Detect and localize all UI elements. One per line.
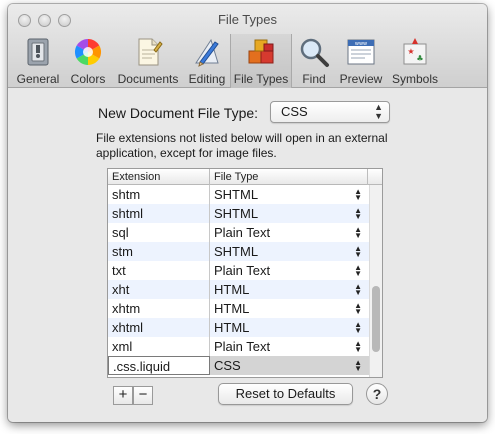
tab-find-label: Find — [302, 72, 326, 86]
new-document-type-select[interactable]: CSS ▲ ▼ — [270, 101, 390, 123]
svg-text:♣: ♣ — [416, 54, 423, 63]
preferences-window: File Types General Colors Documents Edit… — [8, 4, 487, 422]
file-type-select[interactable]: Plain Text ▲ ▼ — [210, 337, 370, 356]
file-type-value: SHTML — [214, 206, 259, 221]
file-type-value: Plain Text — [214, 339, 271, 354]
popup-arrows-icon: ▲ ▼ — [354, 225, 362, 240]
tab-general[interactable]: General — [12, 34, 64, 88]
popup-arrows-icon: ▲ ▼ — [374, 102, 383, 121]
table-row[interactable]: xht HTML ▲ ▼ — [108, 280, 370, 299]
tab-documents[interactable]: Documents — [112, 34, 184, 88]
extension-cell[interactable]: xhtml — [108, 318, 210, 337]
popup-arrows-icon: ▲ ▼ — [354, 282, 362, 297]
window-title: File Types — [217, 12, 277, 27]
extension-cell[interactable]: shtml — [108, 204, 210, 223]
file-type-select[interactable]: SHTML ▲ ▼ — [210, 204, 370, 223]
popup-arrows-icon: ▲ ▼ — [354, 358, 362, 373]
file-type-value: Plain Text — [214, 263, 271, 278]
tab-colors[interactable]: Colors — [66, 34, 110, 88]
table-row[interactable]: stm SHTML ▲ ▼ — [108, 242, 370, 261]
colored-blocks-icon — [248, 39, 274, 64]
svg-text:www: www — [355, 41, 367, 47]
file-type-value: HTML — [214, 282, 250, 297]
file-type-select[interactable]: Plain Text ▲ ▼ — [210, 223, 370, 242]
reset-to-defaults-button[interactable]: Reset to Defaults — [218, 383, 353, 405]
tab-editing-label: Editing — [188, 72, 226, 86]
table-header: Extension File Type — [108, 169, 382, 185]
popup-arrows-icon: ▲ ▼ — [354, 320, 362, 335]
table-body: shtm SHTML ▲ ▼ shtml SHTML ▲ ▼ sql Plain Text ▲ ▼ st… — [108, 185, 370, 375]
tab-colors-label: Colors — [70, 72, 106, 86]
extension-edit-field[interactable]: .css.liquid — [108, 356, 210, 375]
extension-cell[interactable]: txt — [108, 261, 210, 280]
extension-cell[interactable]: stm — [108, 242, 210, 261]
extension-cell[interactable]: sql — [108, 223, 210, 242]
file-type-select[interactable]: HTML ▲ ▼ — [210, 299, 370, 318]
popup-arrows-icon: ▲ ▼ — [354, 301, 362, 316]
column-header-file-type[interactable]: File Type — [210, 169, 368, 185]
table-row[interactable]: .css.liquid CSS ▲ ▼ — [108, 356, 370, 375]
file-type-select[interactable]: CSS ▲ ▼ — [210, 356, 370, 375]
popup-arrows-icon: ▲ ▼ — [354, 187, 362, 202]
add-extension-button[interactable]: + — [113, 386, 133, 405]
symbols-icon: ★ ♣ — [403, 38, 427, 65]
file-types-table[interactable]: Extension File Type shtm SHTML ▲ ▼ shtml SHTM… — [107, 168, 383, 378]
tab-general-label: General — [16, 72, 60, 86]
tab-symbols-label: Symbols — [391, 72, 438, 86]
file-type-select[interactable]: HTML ▲ ▼ — [210, 280, 370, 299]
file-type-select[interactable]: SHTML ▲ ▼ — [210, 242, 370, 261]
file-type-value: SHTML — [214, 187, 259, 202]
tab-editing[interactable]: Editing — [184, 34, 230, 88]
file-type-value: CSS — [214, 358, 241, 373]
tab-preview[interactable]: www Preview — [336, 34, 386, 88]
file-type-select[interactable]: SHTML ▲ ▼ — [210, 185, 370, 204]
tab-file-types-label: File Types — [233, 72, 289, 86]
new-document-type-value: CSS — [281, 104, 308, 119]
tab-file-types[interactable]: File Types — [230, 34, 292, 88]
table-row[interactable]: shtml SHTML ▲ ▼ — [108, 204, 370, 223]
popup-arrows-icon: ▲ ▼ — [354, 263, 362, 278]
magnifier-icon — [300, 38, 329, 67]
popup-arrows-icon: ▲ ▼ — [354, 244, 362, 259]
table-row[interactable]: xhtml HTML ▲ ▼ — [108, 318, 370, 337]
file-type-value: HTML — [214, 301, 250, 316]
switch-panel-icon — [27, 38, 49, 66]
table-row[interactable]: sql Plain Text ▲ ▼ — [108, 223, 370, 242]
extension-cell[interactable]: xml — [108, 337, 210, 356]
extension-cell[interactable]: shtm — [108, 185, 210, 204]
file-type-select[interactable]: HTML ▲ ▼ — [210, 318, 370, 337]
tab-symbols[interactable]: ★ ♣ Symbols — [388, 34, 442, 88]
remove-extension-button[interactable]: − — [133, 386, 153, 405]
web-preview-icon: www — [347, 39, 375, 65]
info-text: File extensions not listed below will op… — [96, 131, 388, 160]
file-type-value: SHTML — [214, 244, 259, 259]
extension-cell[interactable]: xht — [108, 280, 210, 299]
file-type-select[interactable]: Plain Text ▲ ▼ — [210, 261, 370, 280]
file-type-value: HTML — [214, 320, 250, 335]
column-header-extension[interactable]: Extension — [108, 169, 210, 185]
tab-find[interactable]: Find — [294, 34, 334, 88]
document-icon — [138, 38, 163, 66]
new-document-type-label: New Document File Type: — [98, 105, 259, 121]
file-type-value: Plain Text — [214, 225, 271, 240]
pencil-ruler-icon — [195, 38, 219, 67]
color-wheel-icon — [74, 38, 102, 66]
help-button[interactable]: ? — [366, 383, 388, 405]
table-row[interactable]: xml Plain Text ▲ ▼ — [108, 337, 370, 356]
table-row[interactable]: shtm SHTML ▲ ▼ — [108, 185, 370, 204]
popup-arrows-icon: ▲ ▼ — [354, 206, 362, 221]
scrollbar-thumb[interactable] — [372, 286, 380, 352]
tab-documents-label: Documents — [117, 72, 179, 86]
extension-cell[interactable]: xhtm — [108, 299, 210, 318]
file-types-pane: New Document File Type: CSS ▲ ▼ File exte… — [8, 88, 487, 422]
tab-preview-label: Preview — [339, 72, 383, 86]
table-scrollbar[interactable] — [369, 185, 382, 377]
table-row[interactable]: xhtm HTML ▲ ▼ — [108, 299, 370, 318]
svg-text:★: ★ — [407, 47, 414, 56]
popup-arrows-icon: ▲ ▼ — [354, 339, 362, 354]
toolbar: File Types General Colors Documents Edit… — [8, 4, 487, 88]
table-row[interactable]: txt Plain Text ▲ ▼ — [108, 261, 370, 280]
